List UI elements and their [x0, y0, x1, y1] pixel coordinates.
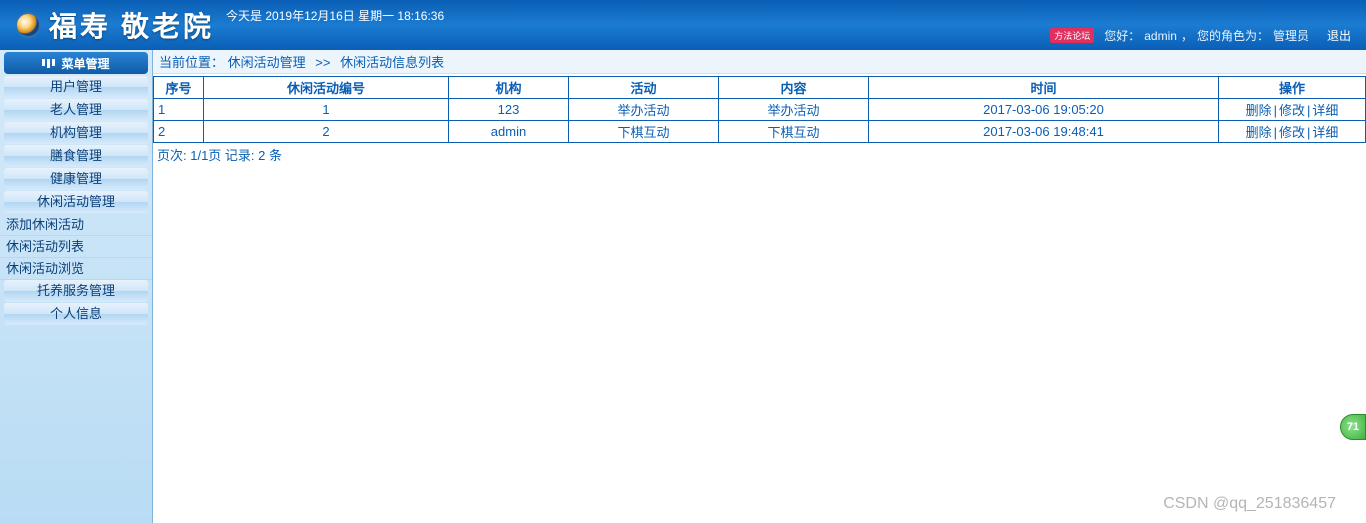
- chevron-right-icon: >>: [315, 55, 330, 70]
- cell-activity: 下棋互动: [569, 121, 719, 143]
- delete-link[interactable]: 删除: [1246, 103, 1272, 118]
- cell-activity: 举办活动: [569, 99, 719, 121]
- table-row: 1 1 123 举办活动 举办活动 2017-03-06 19:05:20 删除…: [154, 99, 1366, 121]
- sidebar-header: 菜单管理: [4, 52, 148, 74]
- cell-time: 2017-03-06 19:05:20: [869, 99, 1219, 121]
- breadcrumb-label: 当前位置：: [159, 55, 224, 70]
- cell-ops: 删除|修改|详细: [1219, 121, 1366, 143]
- logout-link[interactable]: 退出: [1327, 27, 1351, 44]
- header-right: 方法论坛 您好： admin ， 您的角色为： 管理员 退出: [1050, 27, 1351, 44]
- th-seq: 序号: [154, 77, 204, 99]
- th-ops: 操作: [1219, 77, 1366, 99]
- logo-icon: [15, 12, 41, 38]
- role-value: 管理员: [1273, 27, 1309, 44]
- pager-info: 页次: 1/1页 记录: 2 条: [153, 143, 1366, 166]
- main-content: 当前位置： 休闲活动管理 >> 休闲活动信息列表 序号 休闲活动编号 机构 活动…: [153, 50, 1366, 523]
- detail-link[interactable]: 详细: [1312, 103, 1338, 118]
- th-id: 休闲活动编号: [204, 77, 449, 99]
- cell-id: 2: [204, 121, 449, 143]
- table-header-row: 序号 休闲活动编号 机构 活动 内容 时间 操作: [154, 77, 1366, 99]
- cell-content: 举办活动: [719, 99, 869, 121]
- cell-id: 1: [204, 99, 449, 121]
- sidebar-item-leisure[interactable]: 休闲活动管理: [4, 191, 148, 213]
- edit-link[interactable]: 修改: [1279, 103, 1305, 118]
- cell-org: admin: [449, 121, 569, 143]
- watermark: CSDN @qq_251836457: [1163, 495, 1336, 513]
- th-content: 内容: [719, 77, 869, 99]
- th-org: 机构: [449, 77, 569, 99]
- activity-table: 序号 休闲活动编号 机构 活动 内容 时间 操作 1 1 123 举办活动 举办…: [153, 76, 1366, 143]
- notice-badge: 方法论坛: [1050, 28, 1094, 43]
- today-info: 今天是 2019年12月16日 星期一 18:16:36: [226, 7, 444, 24]
- sidebar: 菜单管理 用户管理 老人管理 机构管理 膳食管理 健康管理 休闲活动管理 添加休…: [0, 50, 153, 523]
- today-prefix: 今天是: [226, 9, 262, 23]
- breadcrumb-part2: 休闲活动信息列表: [340, 55, 444, 70]
- sidebar-item-users[interactable]: 用户管理: [4, 76, 148, 98]
- sidebar-item-care[interactable]: 托养服务管理: [4, 280, 148, 302]
- logo-wrap: 福寿 敬老院: [0, 5, 214, 45]
- cell-content: 下棋互动: [719, 121, 869, 143]
- bars-icon: [42, 59, 55, 68]
- sidebar-sub-add-leisure[interactable]: 添加休闲活动: [0, 214, 152, 236]
- cell-seq: 2: [154, 121, 204, 143]
- sidebar-item-orgs[interactable]: 机构管理: [4, 122, 148, 144]
- th-activity: 活动: [569, 77, 719, 99]
- today-date: 2019年12月16日 星期一 18:16:36: [265, 9, 444, 23]
- table-row: 2 2 admin 下棋互动 下棋互动 2017-03-06 19:48:41 …: [154, 121, 1366, 143]
- cell-ops: 删除|修改|详细: [1219, 99, 1366, 121]
- app-header: 福寿 敬老院 今天是 2019年12月16日 星期一 18:16:36 方法论坛…: [0, 0, 1366, 50]
- cell-org: 123: [449, 99, 569, 121]
- sidebar-title: 菜单管理: [61, 55, 109, 72]
- hello-prefix: 您好：: [1104, 27, 1140, 44]
- th-time: 时间: [869, 77, 1219, 99]
- sidebar-item-diet[interactable]: 膳食管理: [4, 145, 148, 167]
- hello-user: admin: [1144, 29, 1177, 43]
- role-prefix: 您的角色为：: [1197, 27, 1269, 44]
- sidebar-sub-leisure-browse[interactable]: 休闲活动浏览: [0, 258, 152, 280]
- cell-seq: 1: [154, 99, 204, 121]
- breadcrumb: 当前位置： 休闲活动管理 >> 休闲活动信息列表: [153, 50, 1366, 74]
- sidebar-item-health[interactable]: 健康管理: [4, 168, 148, 190]
- float-badge[interactable]: 71: [1340, 414, 1366, 440]
- sidebar-sub-leisure-list[interactable]: 休闲活动列表: [0, 236, 152, 258]
- app-title: 福寿 敬老院: [49, 5, 214, 45]
- sidebar-item-elders[interactable]: 老人管理: [4, 99, 148, 121]
- detail-link[interactable]: 详细: [1312, 125, 1338, 140]
- edit-link[interactable]: 修改: [1279, 125, 1305, 140]
- cell-time: 2017-03-06 19:48:41: [869, 121, 1219, 143]
- delete-link[interactable]: 删除: [1246, 125, 1272, 140]
- breadcrumb-part1: 休闲活动管理: [228, 55, 306, 70]
- sidebar-item-profile[interactable]: 个人信息: [4, 303, 148, 325]
